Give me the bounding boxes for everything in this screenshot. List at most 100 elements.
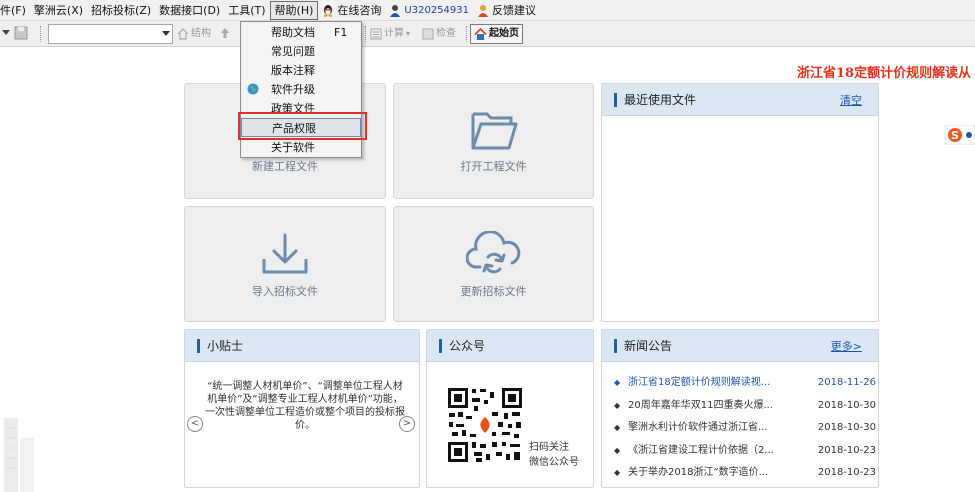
home-page-label: 起始页 — [489, 28, 519, 39]
diamond-bullet-icon: ◆ — [614, 423, 621, 432]
structure-button[interactable]: 结构 — [177, 25, 211, 43]
import-tender-tile[interactable]: 导入招标文件 — [184, 206, 386, 322]
save-icon[interactable] — [14, 26, 28, 40]
menu-item-version-notes[interactable]: 版本注释 — [241, 61, 361, 80]
update-tender-tile[interactable]: 更新招标文件 — [393, 206, 594, 322]
menu-item-faq[interactable]: 常见问题 — [241, 42, 361, 61]
cloud-sync-icon — [465, 231, 520, 274]
calc-dropdown-icon: ▾ — [406, 29, 411, 38]
home-icon — [474, 27, 487, 40]
sogou-ime-icon[interactable]: S — [945, 125, 975, 145]
menu-tools[interactable]: 工具(T) — [224, 1, 269, 20]
menu-item-label: 关于软件 — [271, 141, 315, 154]
calculator-icon — [370, 28, 382, 40]
globe-icon — [247, 83, 259, 95]
open-project-tile[interactable]: 打开工程文件 — [393, 83, 594, 199]
menu-file[interactable]: 件(F) — [0, 1, 30, 20]
menu-item-label: 常见问题 — [271, 45, 315, 58]
news-item[interactable]: ◆ 《浙江省建设工程计价依据（2... 2018-10-23 — [614, 440, 876, 463]
wechat-line2: 微信公众号 — [529, 457, 579, 468]
header-accent-bar — [614, 92, 617, 107]
user-account[interactable]: U320254931 — [385, 1, 473, 20]
menu-item-label: 版本注释 — [271, 64, 315, 77]
diamond-bullet-icon: ◆ — [614, 468, 621, 477]
open-project-label: 打开工程文件 — [460, 160, 527, 173]
clear-recent-link[interactable]: 清空 — [840, 92, 862, 108]
news-list: ◆ 浙江省18定额计价规则解读视... 2018-11-26 ◆ 20周年嘉年华… — [614, 372, 876, 485]
tips-next-button[interactable]: > — [399, 416, 415, 432]
wechat-header: 公众号 — [427, 330, 593, 362]
news-item-title: 20周年嘉年华双11四重奏火爆... — [628, 399, 773, 411]
chevron-left-icon: < — [190, 418, 200, 429]
toolbar-separator — [365, 26, 366, 42]
news-banner[interactable]: 浙江省18定额计价规则解读从 — [797, 62, 971, 81]
project-selector[interactable] — [48, 24, 173, 44]
recent-files-panel: 最近使用文件 清空 — [601, 83, 879, 322]
news-item-title: 《浙江省建设工程计价依据（2... — [628, 444, 774, 456]
wechat-title: 公众号 — [449, 339, 486, 353]
tips-title: 小贴士 — [207, 339, 244, 353]
wechat-panel: 公众号 扫码关注 微信公众号 — [426, 329, 594, 488]
menu-data-interface[interactable]: 数据接口(D) — [155, 1, 224, 20]
news-item[interactable]: ◆ 20周年嘉年华双11四重奏火爆... 2018-10-30 — [614, 395, 876, 418]
menu-item-about[interactable]: 关于软件 — [241, 138, 361, 157]
feedback-label: 反馈建议 — [492, 3, 536, 17]
news-panel: 新闻公告 更多> ◆ 浙江省18定额计价规则解读视... 2018-11-26 … — [601, 329, 879, 488]
chevron-down-icon — [162, 31, 170, 36]
structure-label: 结构 — [191, 28, 211, 39]
chevron-right-icon: > — [402, 418, 412, 429]
diamond-bullet-icon: ◆ — [614, 445, 621, 455]
news-item-date: 2018-11-26 — [817, 377, 876, 388]
folder-open-icon — [471, 112, 517, 150]
news-title: 新闻公告 — [624, 339, 673, 353]
news-more-link[interactable]: 更多> — [831, 338, 862, 354]
calc-button[interactable]: 计算 ▾ — [370, 25, 410, 43]
import-tender-label: 导入招标文件 — [252, 285, 318, 298]
feedback-person-icon — [478, 4, 488, 17]
qr-code-icon — [446, 386, 524, 464]
arrow-up-icon[interactable] — [220, 27, 230, 39]
news-item-date: 2018-10-30 — [817, 422, 876, 433]
header-accent-bar — [197, 338, 200, 353]
tips-header: 小贴士 — [185, 330, 419, 362]
user-icon — [390, 4, 401, 17]
diamond-bullet-icon: ◆ — [614, 378, 621, 387]
check-button[interactable]: 检查 — [422, 25, 456, 43]
dropdown-arrow-icon[interactable] — [2, 30, 10, 36]
news-header: 新闻公告 更多> — [602, 330, 878, 362]
menu-item-upgrade[interactable]: 软件升级 — [241, 80, 361, 99]
news-item-title: 擎洲水利计价软件通过浙江省... — [628, 422, 768, 433]
home-page-button[interactable]: 起始页 — [470, 24, 523, 44]
tips-prev-button[interactable]: < — [187, 416, 203, 432]
highlight-box — [238, 112, 367, 140]
tips-text: “统一调整人材机单价”、“调整单位工程人材机单价”及“调整专业工程人材机单价”功… — [205, 381, 405, 431]
news-item-title: 关于举办2018浙江“数字造价... — [628, 467, 769, 478]
menu-item-shortcut: F1 — [334, 26, 348, 39]
news-item[interactable]: ◆ 擎洲水利计价软件通过浙江省... 2018-10-30 — [614, 417, 876, 440]
recent-files-header: 最近使用文件 清空 — [602, 84, 878, 116]
user-id: U320254931 — [404, 4, 469, 16]
news-item[interactable]: ◆ 浙江省18定额计价规则解读视... 2018-11-26 — [614, 372, 876, 395]
update-tender-label: 更新招标文件 — [460, 285, 527, 298]
news-item-date: 2018-10-30 — [817, 399, 876, 411]
header-accent-bar — [439, 338, 442, 353]
tips-panel: 小贴士 “统一调整人材机单价”、“调整单位工程人材机单价”及“调整专业工程人材机… — [184, 329, 420, 488]
news-item[interactable]: ◆ 关于举办2018浙江“数字造价... 2018-10-23 — [614, 462, 876, 485]
qq-penguin-icon — [323, 4, 333, 17]
news-item-date: 2018-10-23 — [817, 444, 876, 456]
wechat-line1: 扫码关注 — [529, 442, 569, 453]
online-consult-button[interactable]: 在线咨询 — [318, 1, 385, 20]
home-outline-icon — [177, 28, 189, 40]
menu-cloud[interactable]: 擎洲云(X) — [30, 1, 87, 20]
toolbar-separator — [40, 26, 41, 42]
menu-item-label: 帮助文档 — [271, 26, 315, 39]
building-watermark — [4, 418, 34, 492]
feedback-button[interactable]: 反馈建议 — [473, 1, 540, 20]
menu-item-label: 软件升级 — [271, 83, 315, 96]
toolbar: 结构 计算 ▾ 检查 起始页 — [0, 21, 975, 47]
menu-help[interactable]: 帮助(H) — [269, 0, 319, 20]
menu-bidding[interactable]: 招标投标(Z) — [87, 1, 155, 20]
check-doc-icon — [422, 28, 434, 40]
recent-files-title: 最近使用文件 — [624, 93, 697, 107]
menu-item-help-doc[interactable]: 帮助文档 F1 — [241, 23, 361, 42]
